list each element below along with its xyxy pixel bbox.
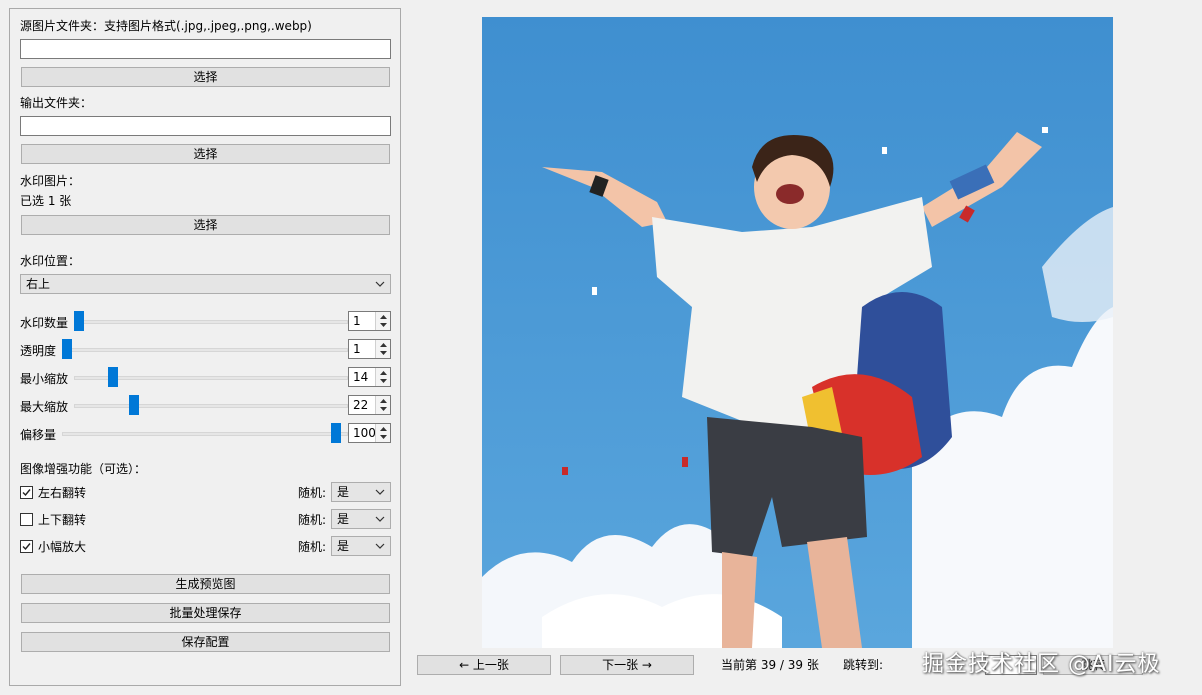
prev-image-button[interactable]: ← 上一张	[417, 655, 551, 675]
opacity-slider-thumb[interactable]	[62, 339, 72, 359]
checkmark-icon	[22, 543, 31, 551]
max-scale-slider-track[interactable]	[74, 404, 348, 408]
enhance-section-label: 图像增强功能（可选）：	[20, 462, 147, 476]
flip-horizontal-label: 左右翻转	[38, 486, 87, 500]
offset-slider-thumb[interactable]	[331, 423, 341, 443]
opacity-value: 1	[353, 342, 361, 356]
chevron-down-icon	[375, 516, 385, 522]
slider-label-offset: 偏移量	[20, 428, 57, 442]
source-folder-input[interactable]	[20, 39, 391, 59]
watermark-position-select[interactable]: 右上	[20, 274, 391, 294]
opacity-slider-track[interactable]	[66, 348, 348, 352]
watermark-count-value: 1	[353, 314, 361, 328]
flip-vertical-checkbox[interactable]	[20, 513, 33, 526]
random-value: 是	[337, 512, 350, 526]
slider-label-count: 水印数量	[20, 316, 69, 330]
slider-label-max-scale: 最大缩放	[20, 400, 69, 414]
chevron-down-icon	[375, 489, 385, 495]
random-label: 随机:	[298, 486, 327, 500]
site-watermark-text: 掘金技术社区 @AI云极	[922, 652, 1161, 677]
next-image-button[interactable]: 下一张 →	[560, 655, 694, 675]
zoom-in-checkbox[interactable]	[20, 540, 33, 553]
settings-panel: 源图片文件夹：支持图片格式(.jpg,.jpeg,.png,.webp) 选择 …	[9, 8, 401, 686]
random-label: 随机:	[298, 513, 327, 527]
random-value: 是	[337, 539, 350, 553]
random-label: 随机:	[298, 540, 327, 554]
checkmark-icon	[22, 489, 31, 497]
chevron-down-icon	[375, 281, 385, 287]
spin-arrows-icon[interactable]	[375, 368, 390, 386]
offset-slider-track[interactable]	[62, 432, 348, 436]
slider-label-min-scale: 最小缩放	[20, 372, 69, 386]
max-scale-value: 22	[353, 398, 369, 412]
flip-vertical-random-select[interactable]: 是	[331, 509, 391, 529]
jump-to-label: 跳转到:	[843, 658, 884, 672]
watermark-selected-count: 已选 1 张	[20, 194, 72, 208]
generate-preview-button[interactable]: 生成预览图	[21, 574, 390, 594]
watermark-image-label: 水印图片：	[20, 174, 81, 188]
watermark-position-label: 水印位置：	[20, 254, 81, 268]
image-counter: 当前第 39 / 39 张	[721, 658, 819, 672]
watermark-count-slider-thumb[interactable]	[74, 311, 84, 331]
flip-horizontal-random-select[interactable]: 是	[331, 482, 391, 502]
offset-value: 100	[353, 426, 376, 440]
save-config-button[interactable]: 保存配置	[21, 632, 390, 652]
watermark-count-slider-track[interactable]	[78, 320, 348, 324]
spin-arrows-icon[interactable]	[375, 396, 390, 414]
zoom-in-label: 小幅放大	[38, 540, 87, 554]
spin-arrows-icon[interactable]	[375, 340, 390, 358]
slider-label-opacity: 透明度	[20, 344, 57, 358]
spin-arrows-icon[interactable]	[375, 424, 390, 442]
flip-vertical-label: 上下翻转	[38, 513, 87, 527]
zoom-in-random-select[interactable]: 是	[331, 536, 391, 556]
watermark-select-button[interactable]: 选择	[21, 215, 390, 235]
preview-image	[482, 17, 1113, 648]
min-scale-value: 14	[353, 370, 369, 384]
max-scale-slider-thumb[interactable]	[129, 395, 139, 415]
min-scale-slider-thumb[interactable]	[108, 367, 118, 387]
batch-process-button[interactable]: 批量处理保存	[21, 603, 390, 623]
watermark-position-value: 右上	[26, 277, 51, 291]
spin-arrows-icon[interactable]	[375, 312, 390, 330]
watermark-count-spinbox[interactable]: 1	[348, 311, 391, 331]
output-folder-label: 输出文件夹：	[20, 96, 93, 110]
source-select-button[interactable]: 选择	[21, 67, 390, 87]
preview-illustration	[482, 17, 1113, 648]
random-value: 是	[337, 485, 350, 499]
offset-spinbox[interactable]: 100	[348, 423, 391, 443]
chevron-down-icon	[375, 543, 385, 549]
opacity-spinbox[interactable]: 1	[348, 339, 391, 359]
output-folder-input[interactable]	[20, 116, 391, 136]
min-scale-spinbox[interactable]: 14	[348, 367, 391, 387]
max-scale-spinbox[interactable]: 22	[348, 395, 391, 415]
output-select-button[interactable]: 选择	[21, 144, 390, 164]
flip-horizontal-checkbox[interactable]	[20, 486, 33, 499]
source-folder-label: 源图片文件夹：支持图片格式(.jpg,.jpeg,.png,.webp)	[20, 19, 312, 33]
